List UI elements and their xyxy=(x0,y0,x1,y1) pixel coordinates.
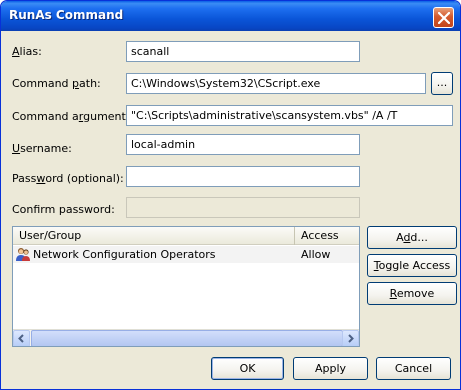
scroll-thumb[interactable] xyxy=(31,330,343,346)
command-path-label: Command path: xyxy=(12,77,101,90)
title-bar[interactable]: RunAs Command xyxy=(1,1,460,31)
runas-dialog: RunAs Command Alias: scanall Command pat… xyxy=(0,0,461,390)
access-list[interactable]: User/Group Access Network Configuration … xyxy=(12,226,360,347)
alias-label: Alias: xyxy=(12,45,42,58)
chevron-right-icon xyxy=(348,334,354,343)
list-header: User/Group Access xyxy=(13,227,359,245)
column-header-access[interactable]: Access xyxy=(295,227,359,245)
alias-input[interactable]: scanall xyxy=(126,41,360,62)
user-group-cell: Network Configuration Operators xyxy=(33,248,216,261)
toggle-access-button[interactable]: Toggle Access xyxy=(367,254,457,277)
scroll-left-button[interactable] xyxy=(13,330,30,346)
ok-button[interactable]: OK xyxy=(211,357,284,380)
horizontal-scrollbar[interactable] xyxy=(13,329,359,346)
column-header-user-group[interactable]: User/Group xyxy=(13,227,295,245)
remove-button[interactable]: Remove xyxy=(367,282,457,305)
access-cell: Allow xyxy=(301,248,331,261)
list-item[interactable]: Network Configuration Operators Allow xyxy=(13,246,359,263)
command-arguments-input[interactable]: "C:\Scripts\administrative\scansystem.vb… xyxy=(126,105,453,126)
password-input[interactable] xyxy=(126,166,360,187)
close-icon xyxy=(438,12,450,24)
apply-button[interactable]: Apply xyxy=(293,357,368,380)
users-group-icon xyxy=(15,246,31,262)
close-button[interactable] xyxy=(433,7,454,28)
username-label: Username: xyxy=(12,142,72,155)
command-path-input[interactable]: C:\Windows\System32\CScript.exe xyxy=(126,73,426,94)
confirm-password-input xyxy=(126,197,360,218)
chevron-left-icon xyxy=(18,334,24,343)
command-arguments-label: Command arguments: xyxy=(12,110,136,123)
window-title: RunAs Command xyxy=(9,8,124,22)
password-label: Password (optional): xyxy=(12,172,124,185)
cancel-button[interactable]: Cancel xyxy=(376,357,451,380)
confirm-password-label: Confirm password: xyxy=(12,203,115,216)
username-input[interactable]: local-admin xyxy=(126,134,360,155)
scroll-right-button[interactable] xyxy=(342,330,359,346)
browse-button[interactable]: ... xyxy=(431,72,453,95)
add-button[interactable]: Add... xyxy=(367,226,457,249)
